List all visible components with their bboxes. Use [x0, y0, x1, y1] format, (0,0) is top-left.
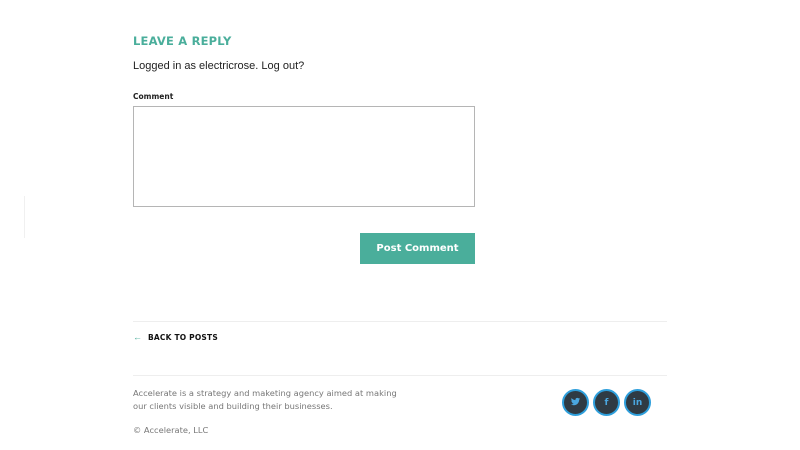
- logged-in-text: Logged in as electricrose.: [133, 60, 259, 72]
- footer-copyright: © Accelerate, LLC: [133, 425, 209, 435]
- linkedin-in-icon: in: [632, 397, 643, 408]
- divider: [133, 321, 667, 322]
- back-to-posts-label: BACK TO POSTS: [148, 332, 218, 342]
- social-links: f in: [562, 389, 651, 416]
- divider: [133, 375, 667, 376]
- post-comment-button[interactable]: Post Comment: [360, 233, 475, 264]
- comment-textarea[interactable]: [133, 106, 475, 207]
- logout-link[interactable]: Log out?: [261, 60, 304, 72]
- facebook-f-icon: f: [604, 397, 609, 408]
- footer-about-text: Accelerate is a strategy and maketing ag…: [133, 388, 397, 411]
- left-edge-line: [24, 196, 25, 238]
- reply-heading: LEAVE A REPLY: [133, 34, 232, 48]
- twitter-button[interactable]: [562, 389, 589, 416]
- twitter-bird-icon: [570, 396, 581, 410]
- comment-label: Comment: [133, 92, 174, 101]
- facebook-button[interactable]: f: [593, 389, 620, 416]
- linkedin-button[interactable]: in: [624, 389, 651, 416]
- logged-in-line: Logged in as electricrose. Log out?: [133, 60, 304, 72]
- back-to-posts-link[interactable]: ← BACK TO POSTS: [133, 332, 218, 342]
- left-arrow-icon: ←: [133, 332, 142, 342]
